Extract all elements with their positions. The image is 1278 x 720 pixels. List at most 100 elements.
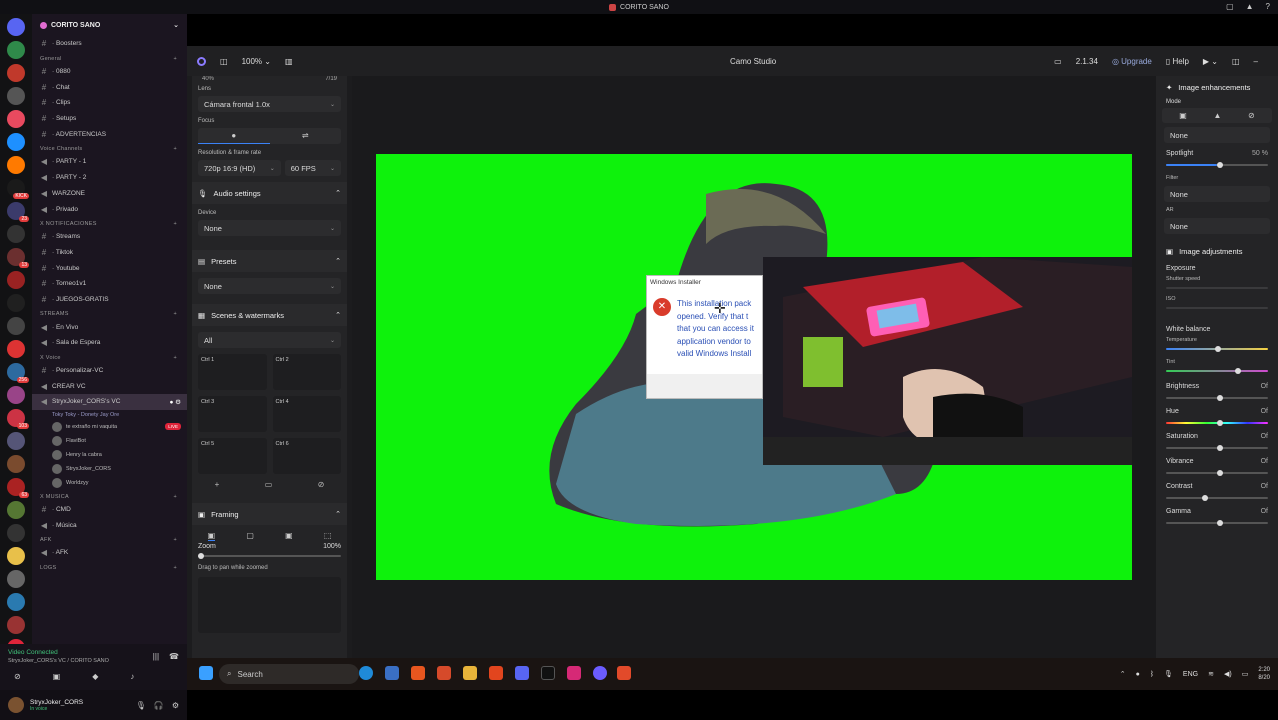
- scene-tile[interactable]: Ctrl 3: [198, 396, 267, 432]
- scene-tile[interactable]: Ctrl 1: [198, 354, 267, 390]
- avatar[interactable]: [8, 697, 24, 713]
- tiktok-icon[interactable]: [541, 666, 555, 680]
- channel-category[interactable]: X MUSICA +: [32, 490, 187, 502]
- shutter-slider[interactable]: [1166, 287, 1268, 289]
- channel-item[interactable]: # · Setups: [32, 111, 187, 127]
- channel-item[interactable]: # · CMD: [32, 502, 187, 518]
- adjustment-slider[interactable]: [1166, 520, 1268, 526]
- add-channel-icon[interactable]: +: [173, 565, 177, 571]
- server-icon[interactable]: [7, 616, 25, 634]
- inbox-icon[interactable]: ▢: [1226, 2, 1234, 11]
- slider-knob[interactable]: [1217, 520, 1223, 526]
- channel-category[interactable]: STREAMS +: [32, 307, 187, 319]
- channel-item[interactable]: # · Tiktok: [32, 245, 187, 261]
- scene-tile[interactable]: Ctrl 5: [198, 438, 267, 474]
- tint-slider[interactable]: [1166, 368, 1268, 374]
- app-orange-icon[interactable]: [411, 666, 425, 680]
- server-icon[interactable]: 103: [7, 409, 29, 429]
- windows-start-icon[interactable]: [199, 666, 213, 680]
- scene-tile[interactable]: Ctrl 2: [272, 354, 341, 390]
- voice-channel-info[interactable]: StryxJoker_CORS's VC / CORITO SANO: [8, 658, 109, 664]
- camera-off-icon[interactable]: ⊘: [14, 672, 21, 681]
- instagram-icon[interactable]: [567, 666, 581, 680]
- server-icon[interactable]: [7, 593, 25, 611]
- store-icon[interactable]: [385, 666, 399, 680]
- adjustment-slider[interactable]: [1166, 420, 1268, 426]
- channel-category[interactable]: LOGS +: [32, 561, 187, 573]
- zoom-slider[interactable]: [198, 553, 341, 559]
- chevron-down-icon[interactable]: ⌄: [173, 21, 179, 29]
- channel-item[interactable]: # · 0880: [32, 64, 187, 80]
- add-channel-icon[interactable]: +: [173, 494, 177, 500]
- fps-select[interactable]: 60 FPS ⌄: [284, 160, 341, 176]
- channel-item[interactable]: ◀ · Música: [32, 517, 187, 533]
- slider-knob[interactable]: [1201, 495, 1208, 501]
- server-icon[interactable]: [7, 271, 25, 289]
- channel-category[interactable]: AFK +: [32, 533, 187, 545]
- edge-icon[interactable]: [359, 666, 373, 680]
- upgrade-button[interactable]: ◎ Upgrade: [1112, 57, 1152, 66]
- server-icon[interactable]: KICK: [7, 179, 29, 199]
- wifi-icon[interactable]: ≋: [1208, 670, 1214, 678]
- voice-user[interactable]: te extraño mi vaquita LIVE: [32, 420, 187, 434]
- lens-select[interactable]: Cámara frontal 1.0x ⌄: [198, 96, 341, 112]
- server-icon[interactable]: [7, 455, 25, 473]
- channel-actions-icon[interactable]: ● ⚙: [169, 398, 181, 406]
- scene-tile[interactable]: Ctrl 4: [272, 396, 341, 432]
- device-select[interactable]: None ⌄: [198, 220, 341, 236]
- adjustment-slider[interactable]: [1166, 495, 1268, 501]
- channel-item[interactable]: ◀ WARZONE: [32, 186, 187, 202]
- channel-item[interactable]: # · Boosters: [32, 36, 187, 52]
- gear-icon[interactable]: ⚙: [172, 701, 179, 710]
- voice-user[interactable]: Worldzyy: [32, 476, 187, 490]
- mode-portrait-icon[interactable]: ▣: [1179, 111, 1187, 120]
- channel-category[interactable]: Voice Channels +: [32, 142, 187, 154]
- resolution-select[interactable]: 720p 16:9 (HD) ⌄: [198, 160, 281, 176]
- minimize-icon[interactable]: –: [1254, 57, 1258, 66]
- voice-user[interactable]: FlaviBot: [32, 434, 187, 448]
- server-icon[interactable]: 63: [7, 478, 29, 498]
- server-icon[interactable]: [7, 18, 25, 36]
- help-button[interactable]: ▯ Help: [1166, 57, 1189, 66]
- server-icon[interactable]: [7, 570, 25, 588]
- brave-icon[interactable]: [489, 666, 503, 680]
- battery-icon[interactable]: ▭: [1242, 670, 1249, 678]
- slider-knob[interactable]: [1217, 470, 1223, 476]
- channel-category[interactable]: General +: [32, 52, 187, 64]
- server-header[interactable]: CORITO SANO ⌄: [32, 14, 187, 36]
- presets-section[interactable]: ▤ Presets ⌃: [192, 250, 347, 272]
- notification-icon[interactable]: ▲: [1246, 2, 1254, 11]
- channel-item[interactable]: # · JUEGOS-GRATIS: [32, 292, 187, 308]
- frame-fit-icon[interactable]: ▢: [246, 531, 254, 541]
- add-channel-icon[interactable]: +: [173, 146, 177, 152]
- adjustment-slider[interactable]: [1166, 470, 1268, 476]
- signal-icon[interactable]: |||: [153, 652, 159, 661]
- manual-focus-toggle[interactable]: ⇌: [270, 128, 342, 144]
- server-icon[interactable]: [7, 294, 25, 312]
- server-icon[interactable]: 256: [7, 363, 29, 383]
- channel-item[interactable]: ◀ · En Vivo: [32, 319, 187, 335]
- server-icon[interactable]: [7, 547, 25, 565]
- server-icon[interactable]: 13: [7, 248, 29, 268]
- screen-share-icon[interactable]: ▣: [53, 672, 61, 681]
- slider-knob[interactable]: [1217, 420, 1223, 426]
- mic-tray-icon[interactable]: 🎙: [1164, 670, 1173, 678]
- adjustment-slider[interactable]: [1166, 445, 1268, 451]
- channel-item[interactable]: # · Chat: [32, 79, 187, 95]
- channel-category[interactable]: X Voice +: [32, 351, 187, 363]
- channel-item[interactable]: # · Personalizar-VC: [32, 363, 187, 379]
- image-enhancements-section[interactable]: ✦ Image enhancements: [1156, 76, 1278, 98]
- server-icon[interactable]: [7, 501, 25, 519]
- frame-person-icon[interactable]: ▣: [285, 531, 293, 541]
- help-icon[interactable]: ?: [1266, 2, 1270, 11]
- camo-icon[interactable]: [593, 666, 607, 680]
- voice-user[interactable]: Henry la cabra: [32, 448, 187, 462]
- sidebar-toggle-icon[interactable]: ◫: [220, 57, 228, 66]
- add-channel-icon[interactable]: +: [173, 537, 177, 543]
- presets-select[interactable]: None ⌄: [198, 278, 341, 294]
- soundboard-icon[interactable]: ♪: [130, 672, 134, 681]
- frame-auto-icon[interactable]: ▣: [207, 531, 216, 541]
- volume-icon[interactable]: ◀): [1224, 670, 1232, 678]
- activity-icon[interactable]: ◆: [92, 672, 98, 681]
- voice-user[interactable]: StryxJoker_CORS: [32, 462, 187, 476]
